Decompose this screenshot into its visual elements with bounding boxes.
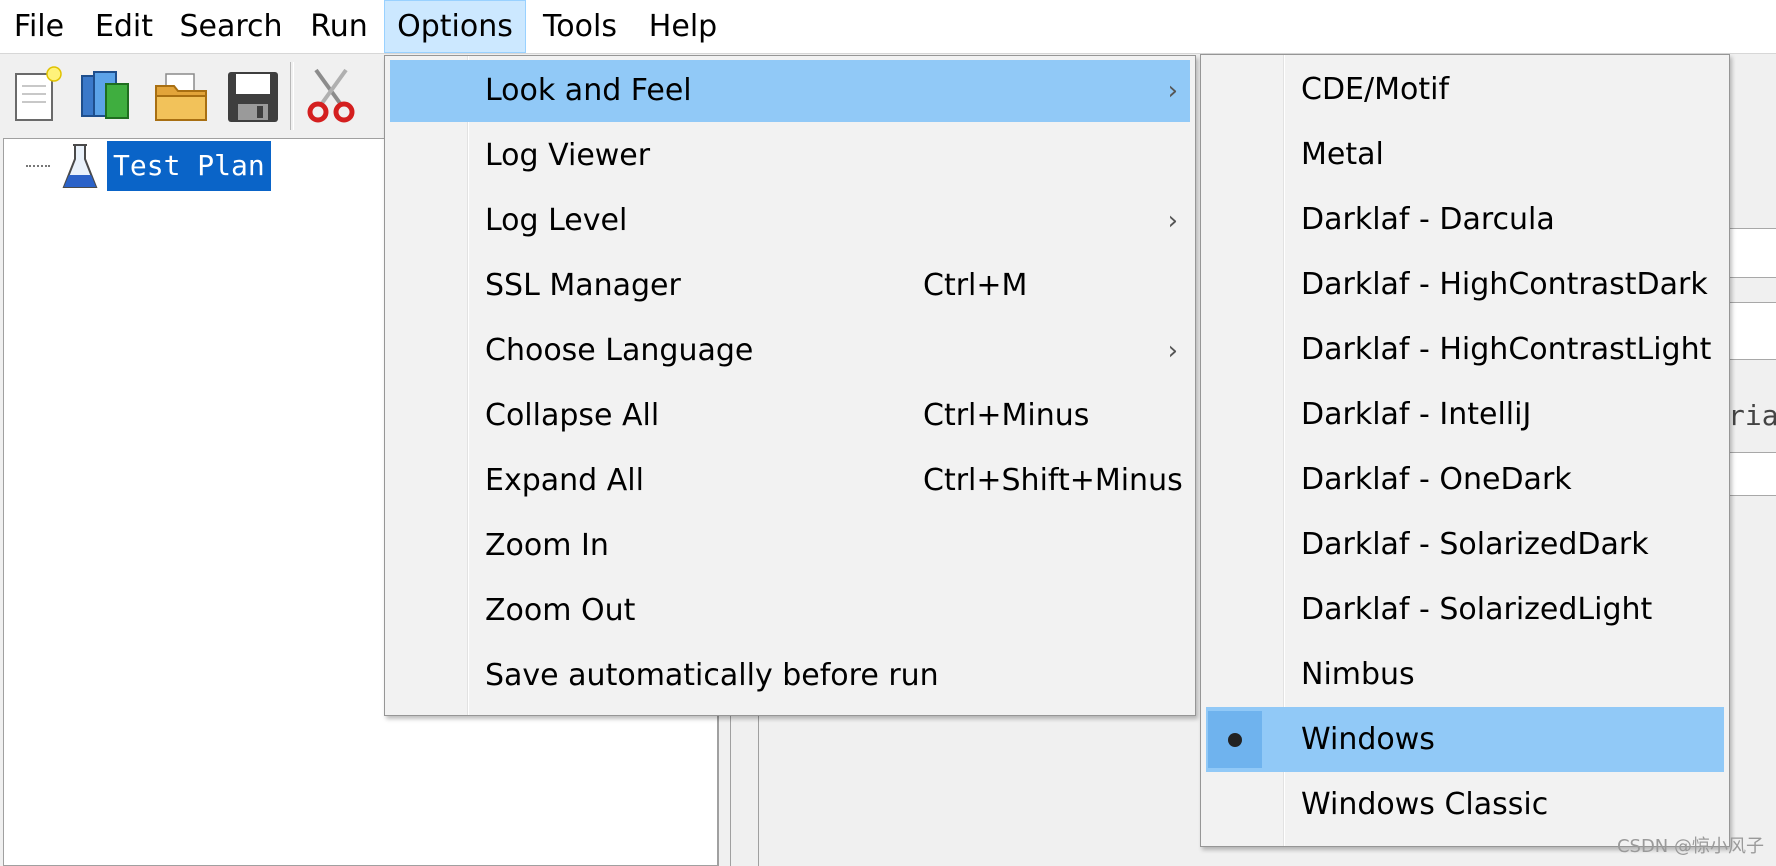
laf-item-darklaf-solarizedlight[interactable]: Darklaf - SolarizedLight <box>1206 577 1724 642</box>
chevron-right-icon: › <box>1167 336 1178 366</box>
laf-item-windows-classic[interactable]: Windows Classic <box>1206 772 1724 837</box>
menu-item-ssl-manager[interactable]: SSL Manager Ctrl+M <box>390 255 1190 317</box>
menu-item-shortcut: Ctrl+Minus <box>923 398 1090 433</box>
menu-item-label: Expand All <box>485 463 644 498</box>
watermark: CSDN @惊小风子 <box>1616 836 1764 857</box>
menu-item-label: Log Level <box>485 203 628 238</box>
background-field-2 <box>1725 302 1776 360</box>
laf-item-cde-motif[interactable]: CDE/Motif <box>1206 57 1724 122</box>
laf-item-label: Darklaf - Darcula <box>1301 202 1555 237</box>
toolbar-separator <box>290 62 294 130</box>
options-menu: Look and Feel › Log Viewer Log Level › S… <box>384 55 1196 716</box>
tree-node-test-plan[interactable]: Test Plan <box>107 141 271 191</box>
menu-item-label: Save automatically before run <box>485 658 939 693</box>
open-folder-icon[interactable] <box>152 64 210 126</box>
menu-item-shortcut: Ctrl+M <box>923 268 1028 303</box>
menu-bar: File Edit Search Run Options Tools Help <box>0 0 1776 54</box>
menu-item-log-level[interactable]: Log Level › <box>390 190 1190 252</box>
look-and-feel-submenu: CDE/Motif Metal Darklaf - Darcula Darkla… <box>1200 54 1730 847</box>
laf-item-metal[interactable]: Metal <box>1206 122 1724 187</box>
background-field-3 <box>1725 452 1776 496</box>
background-text: rial <box>1728 399 1776 432</box>
laf-item-label: Darklaf - SolarizedLight <box>1301 592 1653 627</box>
menu-edit[interactable]: Edit <box>86 0 162 53</box>
menu-run[interactable]: Run <box>300 0 378 53</box>
menu-item-label: Choose Language <box>485 333 754 368</box>
laf-item-nimbus[interactable]: Nimbus <box>1206 642 1724 707</box>
flask-icon <box>62 143 98 191</box>
laf-item-label: CDE/Motif <box>1301 72 1450 107</box>
laf-item-label: Windows Classic <box>1301 787 1549 822</box>
menu-item-expand-all[interactable]: Expand All Ctrl+Shift+Minus <box>390 450 1190 512</box>
chevron-right-icon: › <box>1167 76 1178 106</box>
menu-item-look-and-feel[interactable]: Look and Feel › <box>390 60 1190 122</box>
menu-help[interactable]: Help <box>642 0 724 53</box>
menu-item-shortcut: Ctrl+Shift+Minus <box>923 463 1183 498</box>
tree-connector <box>26 165 50 167</box>
panel-border <box>758 700 759 866</box>
chevron-right-icon: › <box>1167 206 1178 236</box>
menu-search[interactable]: Search <box>176 0 286 53</box>
menu-item-label: Look and Feel <box>485 73 692 108</box>
menu-options[interactable]: Options <box>384 0 526 53</box>
laf-item-windows[interactable]: Windows <box>1206 707 1724 772</box>
menu-item-log-viewer[interactable]: Log Viewer <box>390 125 1190 187</box>
laf-item-label: Nimbus <box>1301 657 1415 692</box>
laf-item-label: Darklaf - SolarizedDark <box>1301 527 1649 562</box>
laf-item-label: Darklaf - IntelliJ <box>1301 397 1532 432</box>
menu-file[interactable]: File <box>6 0 72 53</box>
menu-item-choose-language[interactable]: Choose Language › <box>390 320 1190 382</box>
menu-item-label: Collapse All <box>485 398 660 433</box>
menu-item-zoom-out[interactable]: Zoom Out <box>390 580 1190 642</box>
menu-item-label: Zoom In <box>485 528 609 563</box>
laf-item-darklaf-highcontrastlight[interactable]: Darklaf - HighContrastLight <box>1206 317 1724 382</box>
radio-dot-icon <box>1228 733 1242 747</box>
menu-item-zoom-in[interactable]: Zoom In <box>390 515 1190 577</box>
laf-item-darklaf-onedark[interactable]: Darklaf - OneDark <box>1206 447 1724 512</box>
laf-item-label: Darklaf - HighContrastDark <box>1301 267 1708 302</box>
laf-item-label: Darklaf - OneDark <box>1301 462 1572 497</box>
templates-icon[interactable] <box>76 64 134 126</box>
background-field <box>1725 228 1776 278</box>
laf-item-darklaf-highcontrastdark[interactable]: Darklaf - HighContrastDark <box>1206 252 1724 317</box>
menu-item-collapse-all[interactable]: Collapse All Ctrl+Minus <box>390 385 1190 447</box>
toolbar <box>0 54 386 136</box>
menu-item-label: Zoom Out <box>485 593 636 628</box>
radio-selected-icon <box>1208 711 1262 768</box>
new-template-icon[interactable] <box>8 64 66 126</box>
laf-item-label: Metal <box>1301 137 1384 172</box>
menu-item-label: SSL Manager <box>485 268 681 303</box>
cut-icon[interactable] <box>302 64 360 126</box>
laf-item-label: Windows <box>1301 722 1435 757</box>
laf-item-label: Darklaf - HighContrastLight <box>1301 332 1712 367</box>
menu-item-label: Log Viewer <box>485 138 651 173</box>
laf-item-darklaf-intellij[interactable]: Darklaf - IntelliJ <box>1206 382 1724 447</box>
menu-tools[interactable]: Tools <box>534 0 626 53</box>
menu-item-save-automatically[interactable]: Save automatically before run <box>390 645 1190 707</box>
save-icon[interactable] <box>224 64 282 126</box>
laf-item-darklaf-darcula[interactable]: Darklaf - Darcula <box>1206 187 1724 252</box>
laf-item-darklaf-solarizeddark[interactable]: Darklaf - SolarizedDark <box>1206 512 1724 577</box>
